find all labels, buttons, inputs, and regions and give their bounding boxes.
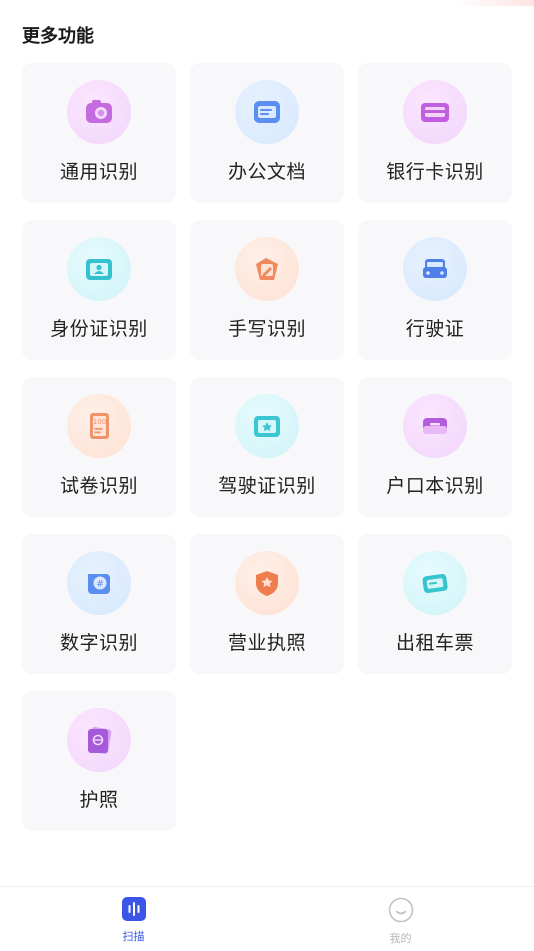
section-title: 更多功能 (22, 26, 94, 47)
feature-grid: 通用识别 办公文档 银行卡识别 身份证识别 手写识别 行驶证 100 试卷识别 … (22, 63, 512, 831)
feature-tile-business-license[interactable]: 营业执照 (190, 534, 344, 674)
feature-tile-household-register[interactable]: 户口本识别 (358, 377, 512, 517)
tile-label: 办公文档 (227, 161, 306, 183)
household-register-icon (403, 394, 467, 458)
number-icon: # (67, 551, 131, 615)
bank-card-icon (403, 80, 467, 144)
tile-label: 出租车票 (395, 632, 474, 654)
top-accent-bar (0, 0, 534, 6)
tile-label: 身份证识别 (50, 318, 148, 340)
tile-label: 通用识别 (59, 161, 138, 183)
car-icon (403, 237, 467, 301)
tile-label: 护照 (79, 789, 119, 811)
bottom-tab-bar: 扫描 我的 (0, 886, 534, 951)
tab-label: 扫描 (122, 930, 145, 943)
feature-tile-office-document[interactable]: 办公文档 (190, 63, 344, 203)
profile-icon (388, 897, 414, 927)
feature-tile-exam-paper[interactable]: 100 试卷识别 (22, 377, 176, 517)
tile-label: 户口本识别 (386, 475, 484, 497)
tile-label: 银行卡识别 (386, 161, 484, 183)
document-icon (235, 80, 299, 144)
feature-tile-bank-card[interactable]: 银行卡识别 (358, 63, 512, 203)
tile-label: 手写识别 (227, 318, 306, 340)
feature-tile-handwriting[interactable]: 手写识别 (190, 220, 344, 360)
tab-label: 我的 (389, 932, 412, 945)
driver-license-icon (235, 394, 299, 458)
tab-scan[interactable]: 扫描 (0, 887, 267, 951)
tile-label: 数字识别 (59, 632, 138, 654)
tile-label: 试卷识别 (59, 475, 138, 497)
tab-mine[interactable]: 我的 (267, 887, 534, 951)
camera-icon (67, 80, 131, 144)
handwriting-icon (235, 237, 299, 301)
feature-tile-driver-license[interactable]: 驾驶证识别 (190, 377, 344, 517)
business-license-icon (235, 551, 299, 615)
passport-icon (67, 708, 131, 772)
feature-tile-id-card[interactable]: 身份证识别 (22, 220, 176, 360)
scan-icon (121, 897, 146, 925)
exam-paper-icon: 100 (67, 394, 131, 458)
feature-tile-number-recognition[interactable]: # 数字识别 (22, 534, 176, 674)
svg-text:#: # (96, 580, 104, 590)
feature-tile-vehicle-license[interactable]: 行驶证 (358, 220, 512, 360)
tile-label: 驾驶证识别 (218, 475, 316, 497)
feature-tile-general-recognition[interactable]: 通用识别 (22, 63, 176, 203)
feature-tile-passport[interactable]: 护照 (22, 691, 176, 831)
taxi-ticket-icon (403, 551, 467, 615)
tile-label: 营业执照 (227, 632, 306, 654)
svg-text:100: 100 (93, 418, 106, 426)
id-card-icon (67, 237, 131, 301)
feature-tile-taxi-ticket[interactable]: 出租车票 (358, 534, 512, 674)
tile-label: 行驶证 (405, 318, 465, 340)
